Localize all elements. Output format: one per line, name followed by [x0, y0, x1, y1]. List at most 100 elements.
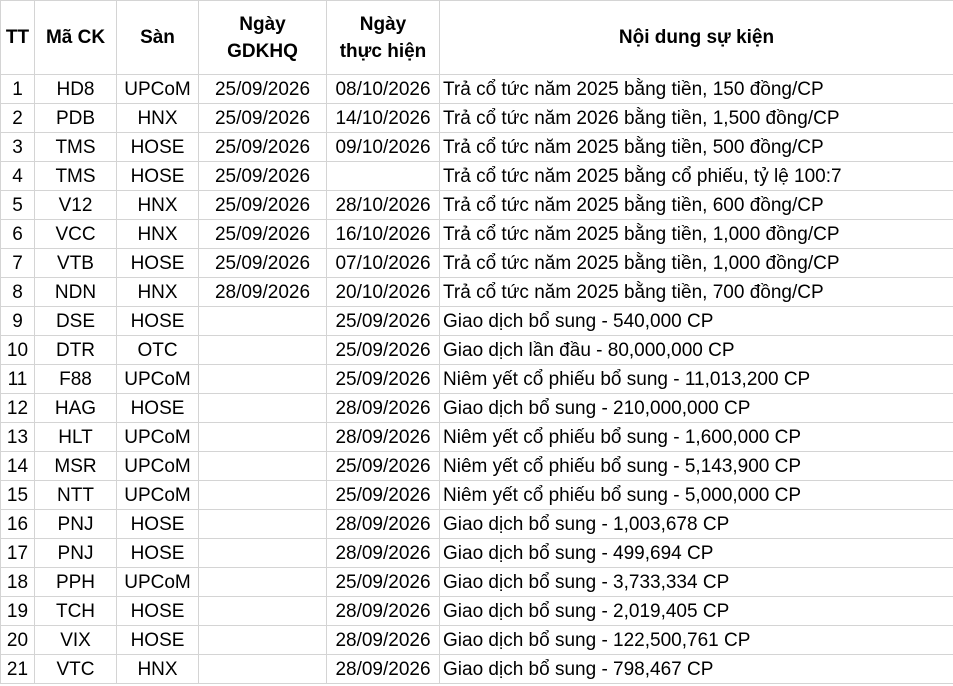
cell-ngay-gdkhq [198, 335, 327, 365]
cell-ngay-gdkhq [198, 451, 327, 481]
header-ngay-thuc-hien-line2: thực hiện [339, 40, 427, 62]
cell-ngay-gdkhq [198, 306, 327, 336]
cell-tt: 1 [0, 74, 35, 104]
header-row: TT Mã CK Sàn Ngày GDKHQ Ngày thực hiện N… [0, 0, 953, 75]
cell-ngay-gdkhq: 25/09/2026 [198, 248, 327, 278]
cell-ngay-thuc-hien: 25/09/2026 [326, 364, 440, 394]
cell-ngay-gdkhq [198, 567, 327, 597]
cell-ngay-gdkhq [198, 654, 327, 684]
cell-noi-dung: Trả cổ tức năm 2025 bằng tiền, 1,000 đồn… [439, 219, 953, 249]
cell-san: UPCoM [116, 567, 199, 597]
cell-san: OTC [116, 335, 199, 365]
cell-ngay-gdkhq [198, 422, 327, 452]
cell-tt: 6 [0, 219, 35, 249]
cell-noi-dung: Giao dịch bổ sung - 210,000,000 CP [439, 393, 953, 423]
cell-noi-dung: Trả cổ tức năm 2025 bằng tiền, 150 đồng/… [439, 74, 953, 104]
cell-ngay-thuc-hien: 25/09/2026 [326, 480, 440, 510]
cell-ngay-thuc-hien: 25/09/2026 [326, 567, 440, 597]
cell-ma-ck: PDB [34, 103, 117, 133]
cell-tt: 17 [0, 538, 35, 568]
cell-tt: 9 [0, 306, 35, 336]
table-row: 17 PNJ HOSE 28/09/2026 Giao dịch bổ sung - 4… [0, 538, 953, 568]
cell-ngay-thuc-hien: 09/10/2026 [326, 132, 440, 162]
cell-noi-dung: Niêm yết cổ phiếu bổ sung - 5,143,900 CP [439, 451, 953, 481]
cell-san: HNX [116, 277, 199, 307]
cell-tt: 11 [0, 364, 35, 394]
table-row: 21 VTC HNX 28/09/2026 Giao dịch bổ sung - 79… [0, 654, 953, 684]
cell-san: HNX [116, 103, 199, 133]
events-table: TT Mã CK Sàn Ngày GDKHQ Ngày thực hiện N… [0, 0, 953, 684]
cell-tt: 2 [0, 103, 35, 133]
cell-noi-dung: Trả cổ tức năm 2025 bằng tiền, 600 đồng/… [439, 190, 953, 220]
cell-ngay-gdkhq: 25/09/2026 [198, 103, 327, 133]
cell-san: HOSE [116, 393, 199, 423]
table-row: 5 V12 HNX 25/09/2026 28/10/2026 Trả cổ tức nă… [0, 190, 953, 220]
cell-tt: 12 [0, 393, 35, 423]
cell-ngay-thuc-hien [326, 161, 440, 191]
cell-tt: 13 [0, 422, 35, 452]
cell-tt: 7 [0, 248, 35, 278]
table-row: 18 PPH UPCoM 25/09/2026 Giao dịch bổ sung - … [0, 567, 953, 597]
cell-san: UPCoM [116, 74, 199, 104]
cell-ngay-gdkhq [198, 596, 327, 626]
cell-ngay-thuc-hien: 28/10/2026 [326, 190, 440, 220]
cell-ngay-thuc-hien: 14/10/2026 [326, 103, 440, 133]
cell-ngay-thuc-hien: 28/09/2026 [326, 393, 440, 423]
cell-san: HOSE [116, 161, 199, 191]
cell-ma-ck: NDN [34, 277, 117, 307]
cell-ma-ck: VIX [34, 625, 117, 655]
table-row: 7 VTB HOSE 25/09/2026 07/10/2026 Trả cổ tức n… [0, 248, 953, 278]
cell-noi-dung: Trả cổ tức năm 2026 bằng tiền, 1,500 đồn… [439, 103, 953, 133]
cell-ngay-gdkhq [198, 480, 327, 510]
cell-ngay-thuc-hien: 07/10/2026 [326, 248, 440, 278]
cell-tt: 5 [0, 190, 35, 220]
cell-ngay-gdkhq: 28/09/2026 [198, 277, 327, 307]
cell-tt: 14 [0, 451, 35, 481]
cell-tt: 8 [0, 277, 35, 307]
cell-ma-ck: TCH [34, 596, 117, 626]
cell-ma-ck: MSR [34, 451, 117, 481]
cell-noi-dung: Trả cổ tức năm 2025 bằng tiền, 700 đồng/… [439, 277, 953, 307]
cell-san: HNX [116, 190, 199, 220]
cell-ma-ck: HLT [34, 422, 117, 452]
cell-ngay-thuc-hien: 28/09/2026 [326, 625, 440, 655]
cell-ngay-thuc-hien: 08/10/2026 [326, 74, 440, 104]
cell-ngay-gdkhq: 25/09/2026 [198, 74, 327, 104]
table-row: 3 TMS HOSE 25/09/2026 09/10/2026 Trả cổ tức n… [0, 132, 953, 162]
cell-tt: 16 [0, 509, 35, 539]
cell-noi-dung: Giao dịch bổ sung - 798,467 CP [439, 654, 953, 684]
table-row: 4 TMS HOSE 25/09/2026 Trả cổ tức năm 2025 bằ… [0, 161, 953, 191]
cell-ma-ck: F88 [34, 364, 117, 394]
cell-ma-ck: VTC [34, 654, 117, 684]
cell-noi-dung: Giao dịch bổ sung - 499,694 CP [439, 538, 953, 568]
table-row: 11 F88 UPCoM 25/09/2026 Niêm yết cổ phiếu bổ… [0, 364, 953, 394]
header-ngay-gdkhq-line2: GDKHQ [227, 40, 298, 62]
cell-noi-dung: Trả cổ tức năm 2025 bằng tiền, 1,000 đồn… [439, 248, 953, 278]
cell-noi-dung: Niêm yết cổ phiếu bổ sung - 5,000,000 CP [439, 480, 953, 510]
cell-ma-ck: PNJ [34, 538, 117, 568]
cell-ma-ck: HD8 [34, 74, 117, 104]
cell-san: UPCoM [116, 364, 199, 394]
cell-ngay-gdkhq: 25/09/2026 [198, 161, 327, 191]
cell-noi-dung: Niêm yết cổ phiếu bổ sung - 11,013,200 C… [439, 364, 953, 394]
cell-san: UPCoM [116, 422, 199, 452]
cell-ngay-gdkhq: 25/09/2026 [198, 219, 327, 249]
table-row: 14 MSR UPCoM 25/09/2026 Niêm yết cổ phiếu bổ… [0, 451, 953, 481]
cell-san: HNX [116, 654, 199, 684]
header-ngay-gdkhq: Ngày GDKHQ [198, 0, 327, 75]
cell-san: HOSE [116, 509, 199, 539]
table-row: 10 DTR OTC 25/09/2026 Giao dịch lần đầu - 80… [0, 335, 953, 365]
cell-san: HOSE [116, 306, 199, 336]
header-san: Sàn [116, 0, 199, 75]
table-row: 20 VIX HOSE 28/09/2026 Giao dịch bổ sung - 1… [0, 625, 953, 655]
table-row: 12 HAG HOSE 28/09/2026 Giao dịch bổ sung - 2… [0, 393, 953, 423]
table-row: 16 PNJ HOSE 28/09/2026 Giao dịch bổ sung - 1… [0, 509, 953, 539]
cell-ngay-thuc-hien: 28/09/2026 [326, 596, 440, 626]
cell-san: HNX [116, 219, 199, 249]
cell-ngay-gdkhq: 25/09/2026 [198, 190, 327, 220]
cell-tt: 15 [0, 480, 35, 510]
cell-noi-dung: Giao dịch lần đầu - 80,000,000 CP [439, 335, 953, 365]
cell-noi-dung: Niêm yết cổ phiếu bổ sung - 1,600,000 CP [439, 422, 953, 452]
table-body: 1 HD8 UPCoM 25/09/2026 08/10/2026 Trả cổ tức … [0, 74, 953, 684]
cell-noi-dung: Giao dịch bổ sung - 1,003,678 CP [439, 509, 953, 539]
